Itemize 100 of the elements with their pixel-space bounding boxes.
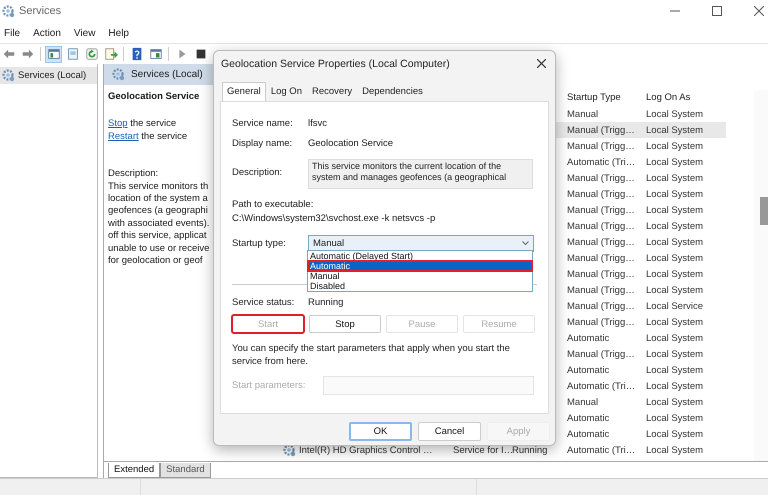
app-icon xyxy=(2,4,15,18)
menu-item[interactable]: File xyxy=(4,28,20,38)
table-cell: Automatic xyxy=(567,364,610,376)
dialog-tab[interactable]: General xyxy=(222,82,266,101)
path-value: C:\Windows\system32\svchost.exe -k netsvcs -p xyxy=(232,212,436,226)
field-label: Description: xyxy=(232,167,284,178)
window-pane-icon xyxy=(46,47,60,61)
table-cell: Manual (Trigg… xyxy=(567,252,635,264)
dropdown-option[interactable]: Automatic (Delayed Start) xyxy=(308,251,532,261)
table-cell: Local Service xyxy=(646,300,704,312)
table-cell: Service for I… xyxy=(453,444,514,456)
table-cell: Local System xyxy=(646,236,704,248)
action-text: Restart the service xyxy=(108,130,188,144)
stop-icon xyxy=(194,47,208,61)
table-cell: Manual (Trigg… xyxy=(567,124,635,136)
field-label: Service name: xyxy=(232,118,294,128)
description-text: with associated events). xyxy=(108,218,210,230)
dropdown-option[interactable]: Disabled xyxy=(308,281,532,291)
table-cell: Local System xyxy=(646,204,704,216)
table-cell: Manual (Trigg… xyxy=(567,236,635,248)
table-cell: Local System xyxy=(646,316,704,328)
help-icon xyxy=(130,47,144,61)
table-cell: Manual (Trigg… xyxy=(567,284,635,296)
table-cell: Manual (Trigg… xyxy=(567,188,635,200)
close-icon[interactable] xyxy=(754,6,764,16)
description-text: unable to use or receive xyxy=(108,242,210,256)
table-cell: Automatic xyxy=(567,412,610,424)
description-text: This service monitors th xyxy=(108,180,210,194)
table-cell: Local System xyxy=(646,188,704,200)
table-cell: Local System xyxy=(646,364,704,376)
table-cell: Running xyxy=(512,444,548,456)
table-cell: Automatic xyxy=(567,428,610,440)
table-cell: Local System xyxy=(646,252,704,264)
table-cell: Manual (Trigg… xyxy=(567,316,635,328)
table-cell: Manual (Trigg… xyxy=(567,220,635,232)
action-link[interactable]: Stop xyxy=(108,118,128,130)
description-text: off this service, applicat xyxy=(108,230,208,243)
export-icon xyxy=(104,47,118,61)
window-pane-icon xyxy=(148,47,162,61)
dialog-tab[interactable]: Dependencies xyxy=(357,82,428,101)
action-link[interactable]: Restart xyxy=(108,130,139,142)
maximize-icon[interactable] xyxy=(712,6,722,16)
dialog-tab[interactable]: Recovery xyxy=(306,82,358,101)
back-arrow-icon xyxy=(2,47,16,61)
view-tab[interactable]: Standard xyxy=(160,463,211,478)
action-text: Stop the service xyxy=(108,118,178,131)
dialog-button[interactable]: OK xyxy=(349,422,412,441)
dialog-tab[interactable]: Log On xyxy=(266,82,307,101)
tree-item[interactable]: Services (Local) xyxy=(0,67,97,84)
table-cell: Manual (Trigg… xyxy=(567,172,635,184)
table-cell: Local System xyxy=(646,268,704,280)
scrollbar-thumb[interactable] xyxy=(760,197,768,225)
description-text: geofences (a geographi xyxy=(108,205,209,218)
field-label: Service status: xyxy=(232,296,296,308)
chevron-icon xyxy=(522,241,529,246)
table-cell: Manual (Trigg… xyxy=(567,204,635,216)
description-text: location of the system a xyxy=(108,193,209,206)
table-cell: Automatic (Tri… xyxy=(567,156,636,168)
column-header[interactable]: Startup Type xyxy=(567,92,646,102)
menu-item[interactable]: View xyxy=(74,28,96,38)
window-title: Services xyxy=(19,5,62,17)
menu-item[interactable]: Action xyxy=(33,28,61,38)
service-button[interactable]: Stop xyxy=(309,315,381,333)
table-cell: Intel(R) HD Graphics Control … xyxy=(299,444,433,456)
dropdown-option[interactable]: Manual xyxy=(308,271,532,281)
table-cell: Local System xyxy=(646,380,704,392)
table-cell: Manual (Trigg… xyxy=(567,268,635,280)
document-icon xyxy=(66,47,80,61)
description-box: This service monitors the current location of the system and manages geofences (a geographical xyxy=(308,159,533,189)
gear-icon xyxy=(283,444,296,456)
gear-icon xyxy=(112,68,125,81)
table-cell: Local System xyxy=(646,108,704,120)
table-cell: Local System xyxy=(646,124,704,136)
table-cell: Local System xyxy=(646,172,704,184)
table-cell: Local System xyxy=(646,156,704,168)
dialog-title: Geolocation Service Properties (Local Computer) xyxy=(221,58,450,70)
field-label: Display name: xyxy=(232,138,294,148)
table-cell: Automatic xyxy=(567,332,610,344)
close-icon[interactable] xyxy=(537,59,546,68)
dialog-button[interactable]: Cancel xyxy=(418,422,481,441)
table-cell: Local System xyxy=(646,140,704,152)
scrollbar[interactable] xyxy=(754,90,768,461)
table-cell: Automatic (Tri… xyxy=(567,444,636,456)
table-cell: Local System xyxy=(646,412,704,424)
field-label: Path to executable: xyxy=(232,198,314,212)
table-cell: Manual (Trigg… xyxy=(567,300,635,312)
table-cell: Manual xyxy=(567,108,598,120)
menu-item[interactable]: Help xyxy=(108,28,129,38)
view-tab[interactable]: Extended xyxy=(108,463,160,478)
table-cell: Local System xyxy=(646,348,704,360)
field-label: Start parameters: xyxy=(232,380,306,391)
description-text: for geolocation or geof xyxy=(108,255,204,268)
table-cell: Automatic (Tri… xyxy=(567,380,636,392)
table-cell: Manual (Trigg… xyxy=(567,348,635,360)
field-value: lfsvc xyxy=(308,118,327,128)
dropdown-option[interactable]: Automatic xyxy=(308,261,532,271)
table-cell: Manual (Trigg… xyxy=(567,140,635,152)
column-header[interactable]: Log On As xyxy=(646,92,726,102)
gear-icon xyxy=(2,69,15,82)
table-cell: Local System xyxy=(646,284,704,296)
